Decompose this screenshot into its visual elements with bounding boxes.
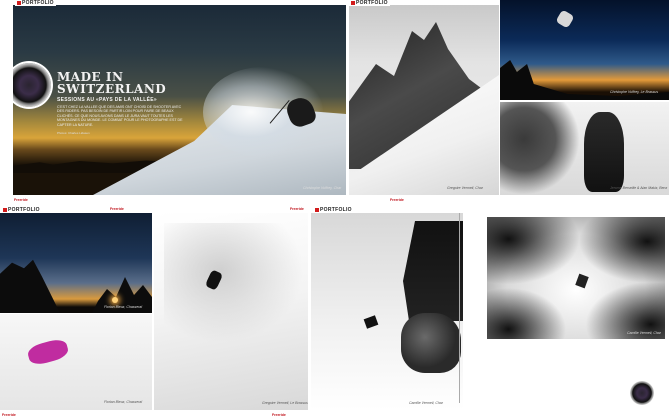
article-title: MADE IN SWITZERLAND: [57, 70, 167, 96]
hero-photo-skier-sunset: MADE IN SWITZERLAND SESSIONS AU «PAYS DE…: [13, 5, 346, 195]
powder-spray: [164, 223, 304, 343]
photo-credit: Camille Vermeil, Char: [409, 401, 443, 405]
article-byline: Photos: Charles Lidasen: [57, 131, 90, 135]
page-folio: Freeride: [2, 413, 16, 417]
photo-mountain-peak: Gregoire Vermeil, Char: [349, 5, 499, 195]
jumping-skier: [363, 315, 379, 329]
article-subtitle: SESSIONS AU «PAYS DE LA VALLÉE»: [57, 97, 157, 103]
photo-credit: Florian Bleuz, Chasseral: [104, 305, 143, 309]
tree-silhouette: [500, 60, 669, 100]
photo-sunset-rock: Florian Bleuz, Chasseral: [0, 213, 152, 313]
pine-branches: [487, 217, 665, 339]
tag-marker-icon: [351, 0, 355, 5]
rock-silhouette: [0, 259, 60, 313]
section-tag: PORTFOLIO: [15, 0, 56, 6]
page-folio: Freeride: [390, 198, 404, 202]
photo-skier-trees: Jerome Berseille & Alan Makiz, Benz: [500, 102, 669, 195]
photo-credit: Christophe Vuffrey, Le Brassus: [610, 90, 659, 94]
tag-marker-icon: [17, 0, 21, 5]
photo-powder-skier: Gregoire Vermeil, Le Brassus: [154, 213, 308, 410]
page-folio: Freeride: [272, 413, 286, 417]
photo-night-jump: Christophe Vuffrey, Le Brassus: [500, 0, 669, 100]
section-tag: PORTFOLIO: [349, 0, 390, 6]
cliff: [403, 221, 463, 321]
photo-credit: Christophe Vuffrey, Char: [303, 186, 342, 190]
photo-credit: Florian Bleuz, Chasseral: [104, 400, 143, 404]
snowy-tree: [500, 102, 580, 195]
skier-figure: [26, 337, 70, 367]
jumping-skier: [555, 9, 575, 29]
tag-marker-icon: [3, 207, 7, 212]
skier-figure: [584, 112, 624, 192]
page-divider: [459, 213, 460, 403]
magazine-spreads: MADE IN SWITZERLAND SESSIONS AU «PAYS DE…: [0, 0, 669, 420]
photo-credit: Jerome Berseille & Alan Makiz, Benz: [610, 186, 668, 190]
tag-marker-icon: [315, 207, 319, 212]
sun: [112, 297, 118, 303]
photo-pink-skier: Florian Bleuz, Chasseral: [0, 314, 152, 410]
article-body: C'EST CHEZ LA VALLEE QUE DES AMIS ONT CH…: [57, 105, 183, 127]
photo-through-trees: Camille Vermeil, Char: [487, 217, 665, 339]
page-folio: Freeride: [110, 207, 124, 211]
page-folio: Freeride: [14, 198, 28, 202]
camera-lens-icon: [13, 63, 51, 107]
photo-cliff-jump: Camille Vermeil, Char: [311, 213, 463, 410]
photo-credit: Camille Vermeil, Char: [627, 331, 661, 335]
camera-lens-icon-small: [630, 381, 654, 405]
photo-credit: Gregoire Vermeil, Char: [447, 186, 483, 190]
photo-credit: Gregoire Vermeil, Le Brassus: [262, 401, 308, 405]
page-folio: Freeride: [290, 207, 304, 211]
snow-rock: [401, 313, 461, 373]
